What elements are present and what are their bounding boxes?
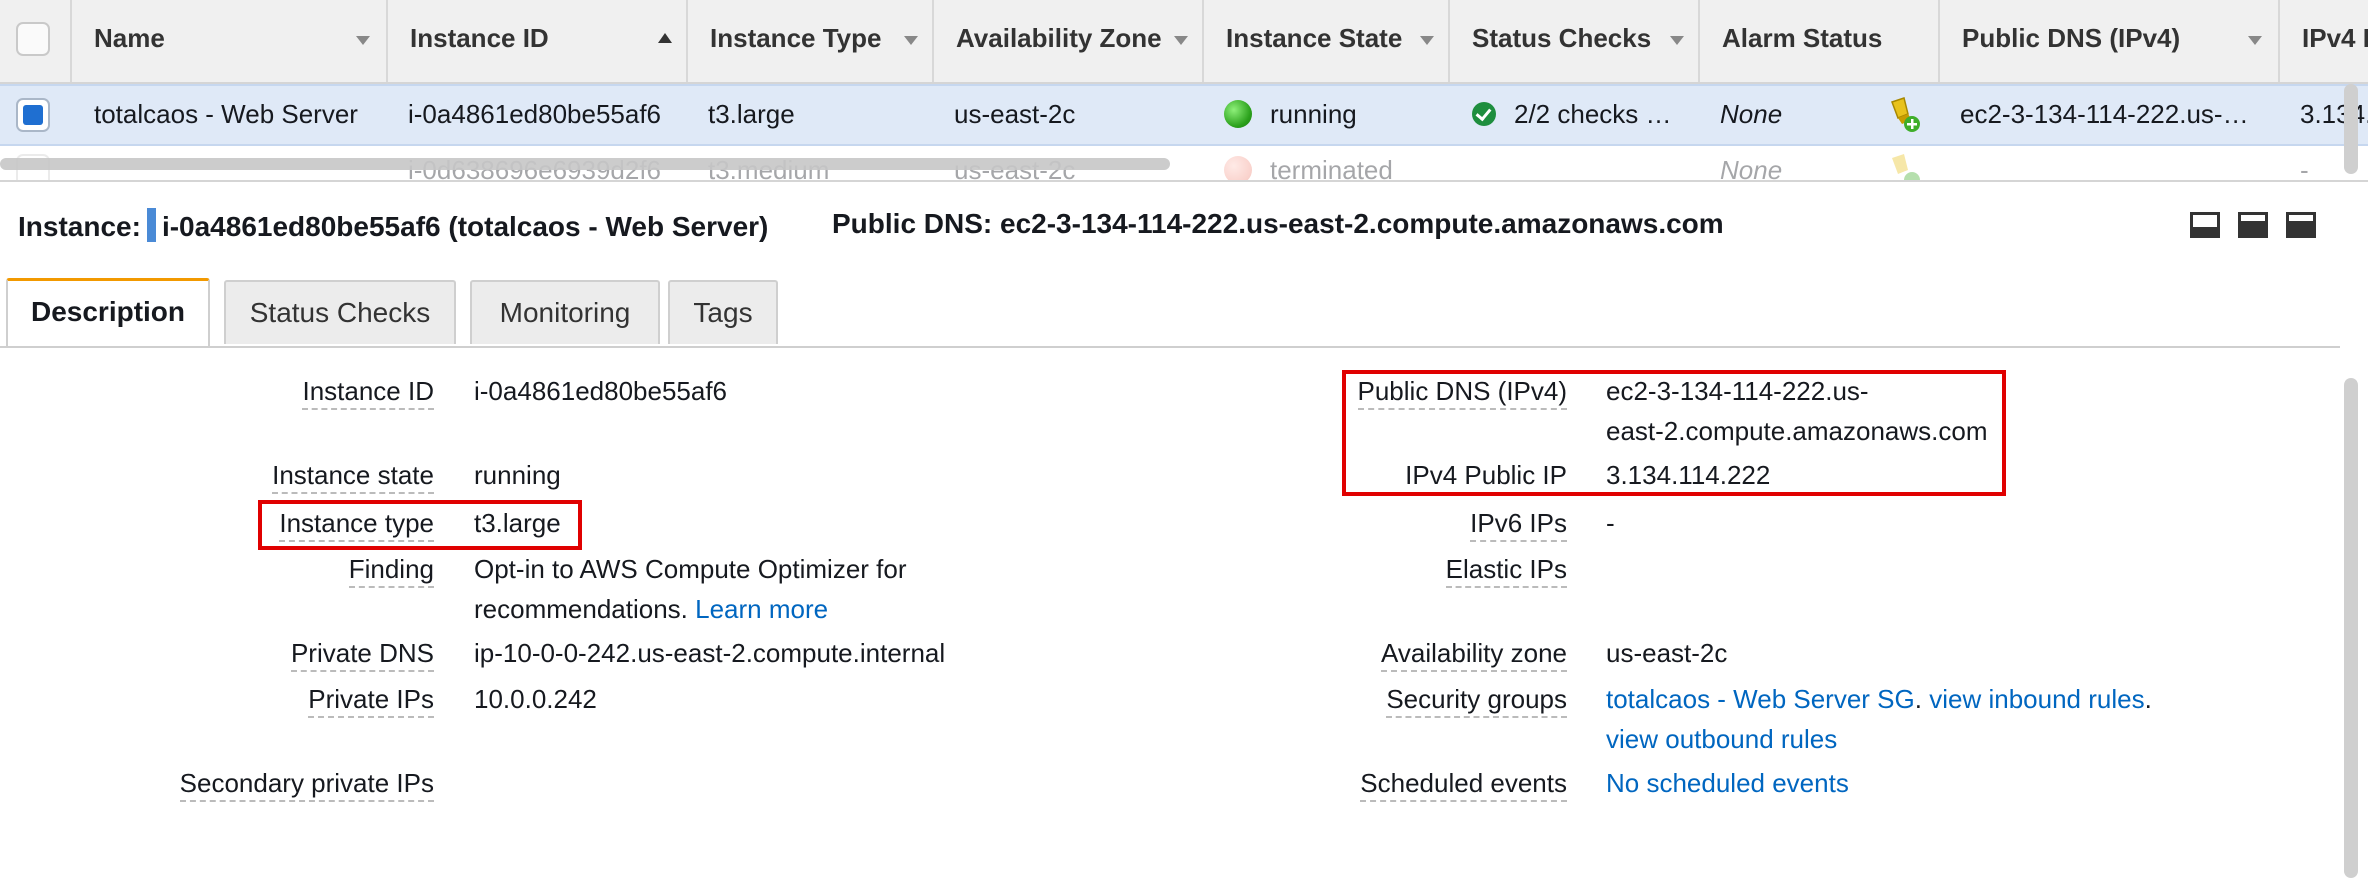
tab-description[interactable]: Description	[6, 278, 210, 346]
column-label: Instance Type	[710, 23, 882, 53]
tab-tags[interactable]: Tags	[668, 280, 778, 344]
pane-size-small-icon[interactable]	[2190, 212, 2220, 238]
finding-line1: Opt-in to AWS Compute Optimizer for	[474, 554, 907, 584]
scheduled-events-label: Scheduled events	[1360, 768, 1567, 802]
sort-up-icon[interactable]	[658, 33, 672, 43]
column-header-alarm-status[interactable]: Alarm Status	[1700, 0, 1940, 82]
row-checkbox[interactable]	[16, 98, 50, 132]
checks-passed-icon	[1472, 102, 1496, 126]
id-marker-icon	[146, 208, 156, 242]
scheduled-events-link[interactable]: No scheduled events	[1606, 768, 1849, 799]
availability-zone-label: Availability zone	[1381, 638, 1567, 672]
instance-detail-pane: Instance: i-0a4861ed80be55af6 (totalcaos …	[0, 180, 2368, 878]
tab-divider	[0, 346, 2340, 348]
elastic-ips-label: Elastic IPs	[1445, 554, 1567, 588]
column-header-availability-zone[interactable]: Availability Zone	[934, 0, 1204, 82]
cell-name: totalcaos - Web Server	[94, 99, 358, 129]
cell-zone: us-east-2c	[954, 99, 1076, 129]
table-row[interactable]: totalcaos - Web Server i-0a4861ed80be55a…	[0, 84, 2368, 146]
security-groups-value: totalcaos - Web Server SG. view inbound …	[1606, 684, 2152, 715]
ipv6-value: -	[1606, 508, 1615, 538]
sort-down-icon[interactable]	[1174, 36, 1188, 45]
column-header-public-dns[interactable]: Public DNS (IPv4)	[1940, 0, 2280, 82]
sort-down-icon[interactable]	[2248, 36, 2262, 45]
sort-down-icon[interactable]	[1670, 36, 1684, 45]
private-ips-value: 10.0.0.242	[474, 684, 597, 714]
column-label: Alarm Status	[1722, 23, 1883, 53]
cell-instance-id: i-0a4861ed80be55af6	[408, 99, 662, 129]
sort-down-icon[interactable]	[356, 36, 370, 45]
sort-down-icon[interactable]	[1420, 36, 1434, 45]
column-header-status-checks[interactable]: Status Checks	[1450, 0, 1700, 82]
column-header-name[interactable]: Name	[72, 0, 388, 82]
public-dns-header: Public DNS: ec2-3-134-114-222.us-east-2.…	[832, 208, 1724, 239]
column-label: Instance ID	[410, 23, 549, 53]
column-label: Public DNS (IPv4)	[1962, 23, 2181, 53]
terminated-status-icon	[1224, 156, 1252, 180]
public-address-highlight-box	[1342, 370, 2006, 496]
horizontal-scrollbar[interactable]	[0, 158, 1170, 170]
detail-vertical-scrollbar[interactable]	[2344, 378, 2358, 878]
column-label: Instance State	[1226, 23, 1403, 53]
cell-ipv4: -	[2300, 155, 2309, 180]
instance-state-label: Instance state	[272, 460, 434, 494]
finding-text: recommendations.	[474, 594, 688, 624]
sort-down-icon[interactable]	[904, 36, 918, 45]
instances-table: Name Instance ID Instance Type Availabil…	[0, 0, 2368, 180]
instance-id-value: i-0a4861ed80be55af6	[474, 376, 728, 406]
create-alarm-icon[interactable]	[1886, 96, 1922, 139]
security-group-link[interactable]: totalcaos - Web Server SG	[1606, 684, 1915, 714]
separator: .	[2144, 684, 2152, 714]
cell-instance-type: t3.large	[708, 99, 795, 129]
column-header-instance-state[interactable]: Instance State	[1204, 0, 1450, 82]
table-vertical-scrollbar[interactable]	[2344, 84, 2358, 174]
private-dns-label: Private DNS	[290, 638, 434, 672]
column-label: Name	[94, 23, 165, 53]
secondary-ips-label: Secondary private IPs	[179, 768, 434, 802]
checkbox-column-header	[0, 0, 72, 82]
view-outbound-rules-link[interactable]: view outbound rules	[1606, 724, 1837, 755]
separator: .	[1914, 684, 1922, 714]
column-header-instance-type[interactable]: Instance Type	[688, 0, 934, 82]
cell-instance-state: running	[1270, 99, 1357, 129]
cell-status-checks: 2/2 checks …	[1514, 99, 1672, 129]
cell-instance-state: terminated	[1270, 155, 1393, 180]
detail-title: Instance: i-0a4861ed80be55af6 (totalcaos …	[18, 208, 768, 243]
instance-label: Instance:	[18, 211, 141, 242]
learn-more-link[interactable]: Learn more	[695, 594, 828, 624]
cell-alarm-status: None	[1720, 155, 1783, 180]
column-label: Status Checks	[1472, 23, 1652, 53]
instance-id-label: Instance ID	[302, 376, 434, 410]
pane-size-medium-icon[interactable]	[2238, 212, 2268, 238]
checkbox-checked-indicator	[23, 105, 43, 125]
finding-label: Finding	[348, 554, 434, 588]
table-header: Name Instance ID Instance Type Availabil…	[0, 0, 2368, 84]
column-header-instance-id[interactable]: Instance ID	[388, 0, 688, 82]
ipv6-label: IPv6 IPs	[1470, 508, 1567, 542]
create-alarm-icon[interactable]	[1886, 152, 1922, 180]
instance-title-text: i-0a4861ed80be55af6 (totalcaos - Web Ser…	[161, 211, 769, 242]
view-inbound-rules-link[interactable]: view inbound rules	[1929, 684, 2144, 714]
cell-public-dns: ec2-3-134-114-222.us-…	[1960, 99, 2249, 129]
availability-zone-value: us-east-2c	[1606, 638, 1728, 668]
finding-line2: recommendations. Learn more	[474, 594, 828, 625]
tab-monitoring[interactable]: Monitoring	[470, 280, 660, 344]
column-label: Availability Zone	[956, 23, 1162, 53]
private-dns-value: ip-10-0-0-242.us-east-2.compute.internal	[474, 638, 946, 668]
private-ips-label: Private IPs	[308, 684, 434, 718]
column-header-ipv4[interactable]: IPv4 P	[2280, 0, 2368, 82]
tab-status-checks[interactable]: Status Checks	[224, 280, 456, 344]
running-status-icon	[1224, 100, 1252, 128]
column-label: IPv4 P	[2302, 23, 2368, 53]
instance-state-value: running	[474, 460, 561, 490]
cell-alarm-status: None	[1720, 99, 1783, 129]
pane-size-large-icon[interactable]	[2286, 212, 2316, 238]
security-groups-label: Security groups	[1386, 684, 1567, 718]
instance-type-highlight-box	[258, 500, 582, 550]
